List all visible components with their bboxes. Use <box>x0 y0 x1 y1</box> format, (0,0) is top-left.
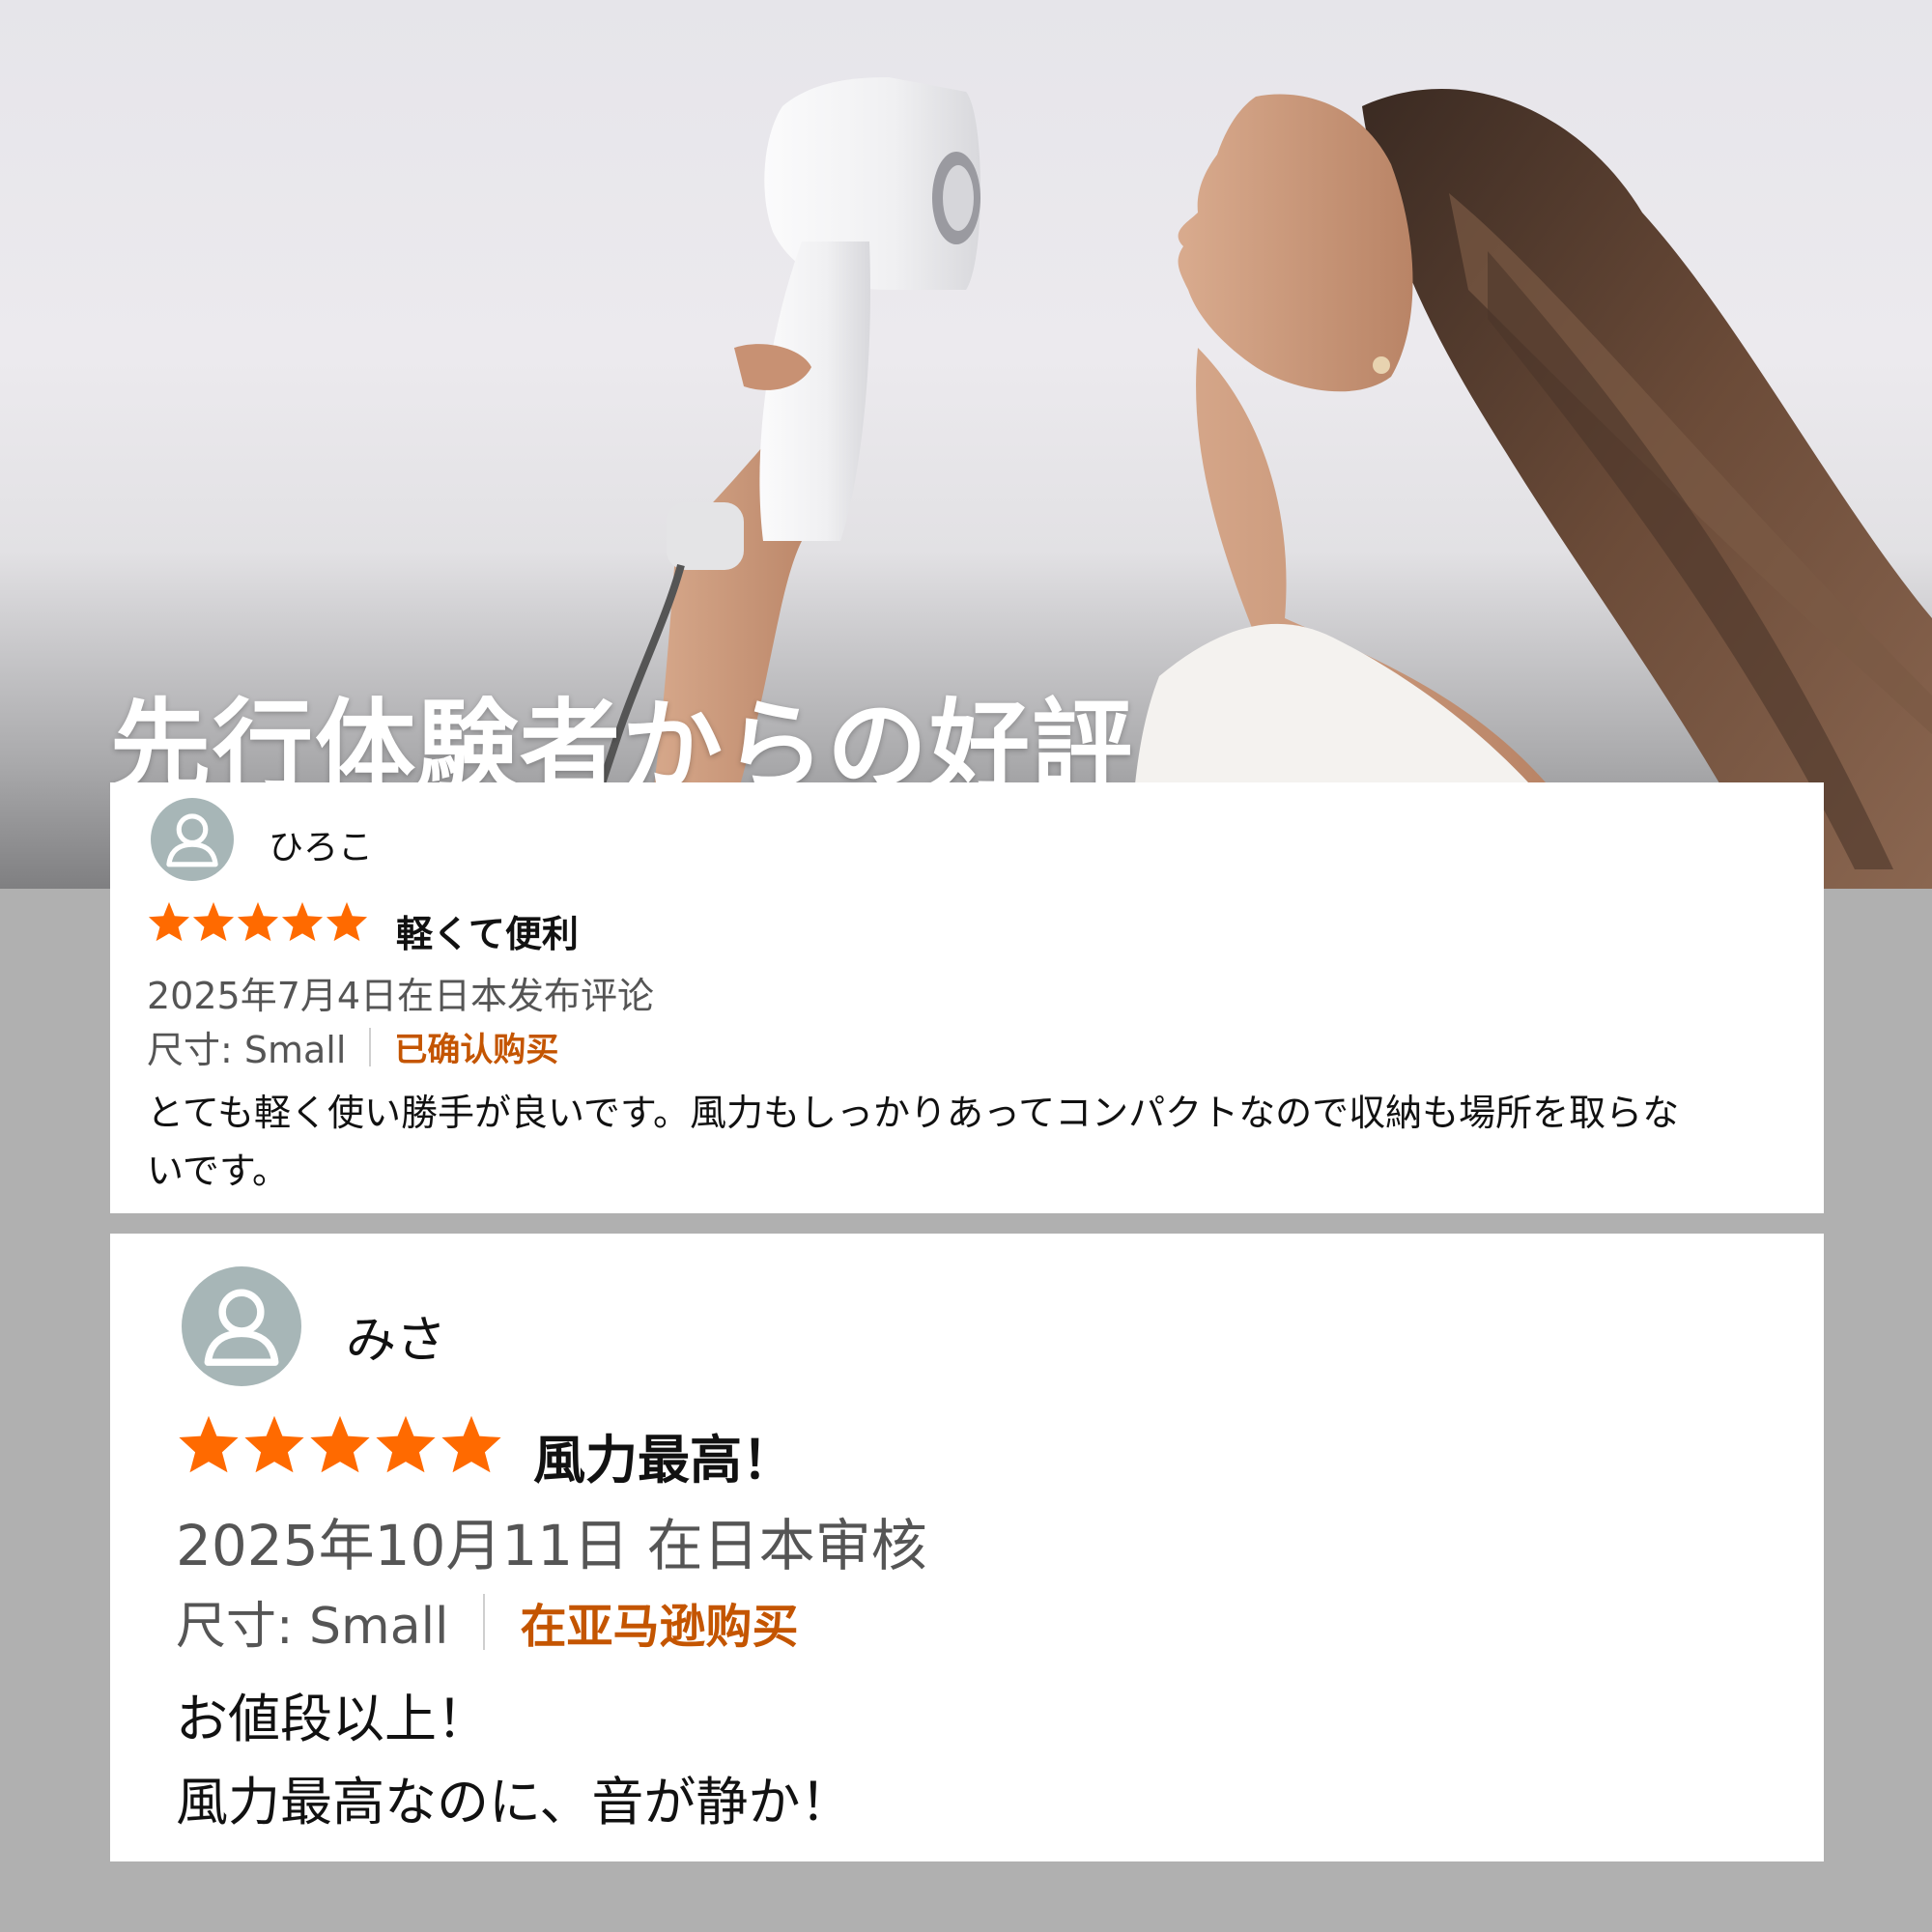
review-card: ひろこ 軽くて便利 2025年7月4日在日本发布评论 尺寸: Small 已确认… <box>110 782 1824 1213</box>
review-body-line: とても軽く使い勝手が良いです。風力もしっかりあってコンパクトなので収納も場所を取… <box>147 1092 1680 1134</box>
hero-banner: 先行体験者からの好評 <box>0 0 1932 889</box>
meta-divider <box>369 1027 372 1066</box>
review-body-line: 風力最高なのに、音が静か！ <box>176 1772 853 1833</box>
star-rating <box>176 1413 504 1475</box>
star-icon <box>179 1415 239 1473</box>
review-date: 2025年7月4日在日本发布评论 <box>147 975 655 1017</box>
review-meta: 尺寸: Small 已确认购买 <box>147 1020 558 1073</box>
review-headline: 風力最高！ <box>533 1430 794 1491</box>
star-icon <box>326 901 368 942</box>
review-date: 2025年10月11日 在日本审核 <box>176 1513 927 1578</box>
reviewer-name: みさ <box>346 1312 447 1370</box>
review-body-line: お値段以上！ <box>176 1689 489 1749</box>
star-icon <box>192 901 235 942</box>
review-body-line: いです。 <box>147 1150 290 1192</box>
star-icon <box>310 1415 370 1473</box>
meta-divider <box>483 1593 486 1650</box>
star-icon <box>237 901 279 942</box>
star-icon <box>244 1415 304 1473</box>
size-label: 尺寸: Small <box>147 1029 347 1071</box>
star-icon <box>281 901 324 942</box>
star-rating <box>147 900 369 943</box>
verified-purchase-badge: 在亚马逊购买 <box>520 1599 799 1654</box>
reviewer-name: ひろこ <box>269 828 374 867</box>
review-body: お値段以上！ 風力最高なのに、音が静か！ <box>176 1678 1760 1844</box>
review-meta: 尺寸: Small 在亚马逊购买 <box>176 1585 799 1658</box>
review-card: みさ 風力最高！ 2025年10月11日 在日本审核 尺寸: Small 在亚马… <box>110 1234 1824 1861</box>
verified-purchase-badge: 已确认购买 <box>394 1031 559 1069</box>
star-icon <box>441 1415 501 1473</box>
user-avatar-icon <box>151 798 234 881</box>
user-avatar-icon <box>182 1266 301 1386</box>
review-body: とても軽く使い勝手が良いです。風力もしっかりあってコンパクトなので収納も場所を取… <box>147 1084 1789 1200</box>
star-icon <box>148 901 190 942</box>
review-headline: 軽くて便利 <box>396 913 579 955</box>
star-icon <box>376 1415 436 1473</box>
size-label: 尺寸: Small <box>176 1598 449 1656</box>
